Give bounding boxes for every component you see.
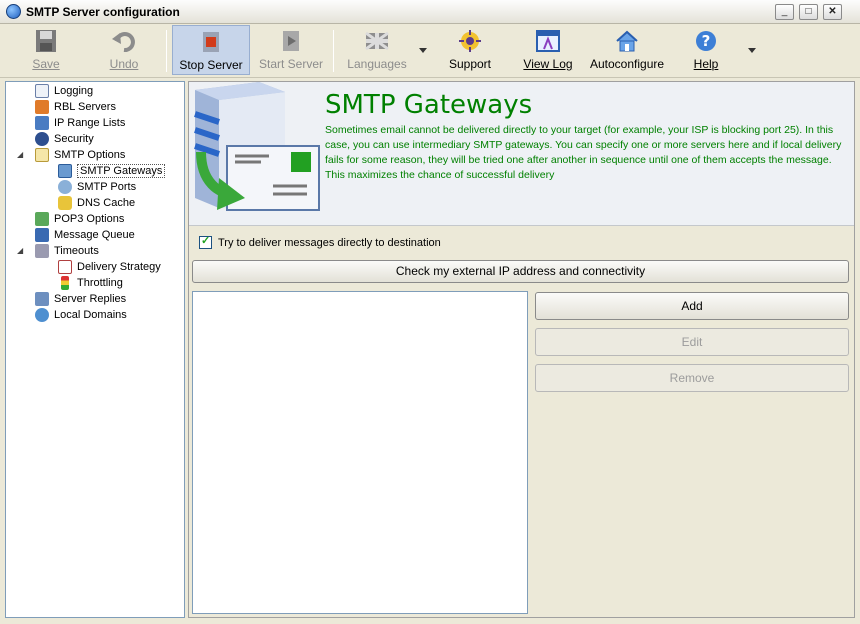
- app-icon: [6, 4, 21, 19]
- flag-icon: [365, 31, 389, 51]
- tree-item-smtp-gateways[interactable]: SMTP Gateways: [58, 163, 166, 179]
- page-description: Sometimes email cannot be delivered dire…: [325, 124, 842, 181]
- server-replies-icon: [35, 292, 49, 306]
- start-server-icon: [283, 31, 299, 51]
- toolbar-overflow-arrow[interactable]: [748, 48, 756, 53]
- save-button[interactable]: Save: [18, 25, 74, 75]
- tree-item-security[interactable]: Security: [35, 131, 94, 147]
- add-button[interactable]: Add: [535, 292, 849, 320]
- tree-item-local-domains[interactable]: Local Domains: [35, 307, 127, 323]
- timeouts-expander[interactable]: ◢: [17, 246, 23, 255]
- ports-icon: [58, 180, 72, 194]
- calendar-icon: [58, 260, 72, 274]
- main-panel: SMTP Gateways Sometimes email cannot be …: [188, 81, 855, 618]
- toolbar-separator: [166, 30, 167, 72]
- start-server-button[interactable]: Start Server: [256, 25, 326, 75]
- support-button[interactable]: Support: [440, 25, 500, 75]
- page-title: SMTP Gateways: [325, 90, 533, 120]
- settings-tree: ◢ ◢ Logging RBL Servers IP Range Lists S…: [5, 81, 185, 618]
- title-bar: SMTP Server configuration _ □ ✕: [0, 0, 860, 24]
- database-icon: [58, 196, 72, 210]
- languages-button[interactable]: Languages: [342, 25, 412, 75]
- close-button[interactable]: ✕: [823, 4, 842, 20]
- tree-item-delivery-strategy[interactable]: Delivery Strategy: [58, 259, 161, 275]
- autoconfigure-button[interactable]: Autoconfigure: [590, 25, 664, 75]
- direct-delivery-option[interactable]: Try to deliver messages directly to dest…: [199, 234, 441, 249]
- check-ip-button[interactable]: Check my external IP address and connect…: [192, 260, 849, 283]
- home-icon: [616, 30, 638, 52]
- edit-button[interactable]: Edit: [535, 328, 849, 356]
- save-icon: [36, 30, 56, 52]
- tree-item-smtp-ports[interactable]: SMTP Ports: [58, 179, 136, 195]
- tree-item-smtp-options[interactable]: SMTP Options: [35, 147, 125, 163]
- logging-icon: [35, 84, 49, 98]
- traffic-light-icon: [61, 276, 69, 290]
- network-icon: [35, 116, 49, 130]
- stop-server-button[interactable]: Stop Server: [172, 25, 250, 75]
- direct-delivery-checkbox[interactable]: [199, 234, 212, 249]
- tree-item-message-queue[interactable]: Message Queue: [35, 227, 135, 243]
- user-icon: [35, 132, 49, 146]
- log-icon: [536, 30, 560, 52]
- direct-delivery-label: Try to deliver messages directly to dest…: [218, 236, 441, 249]
- window-title: SMTP Server configuration: [26, 5, 180, 19]
- tree-item-dns-cache[interactable]: DNS Cache: [58, 195, 135, 211]
- tree-item-ip-range-lists[interactable]: IP Range Lists: [35, 115, 125, 131]
- languages-dropdown-arrow[interactable]: [419, 48, 427, 53]
- mail-icon: [35, 212, 49, 226]
- remove-button[interactable]: Remove: [535, 364, 849, 392]
- toolbar: Save Undo Stop Server Start Server Langu…: [0, 24, 860, 78]
- gateway-icon: [58, 164, 72, 178]
- tree-item-logging[interactable]: Logging: [35, 83, 93, 99]
- globe-icon: [35, 308, 49, 322]
- smtp-options-expander[interactable]: ◢: [17, 150, 23, 159]
- queue-icon: [35, 228, 49, 242]
- view-log-button[interactable]: View Log: [518, 25, 578, 75]
- help-button[interactable]: ? Help: [682, 25, 730, 75]
- tree-item-server-replies[interactable]: Server Replies: [35, 291, 126, 307]
- tree-item-rbl-servers[interactable]: RBL Servers: [35, 99, 116, 115]
- gateway-list[interactable]: [192, 291, 528, 614]
- maximize-button[interactable]: □: [799, 4, 818, 20]
- svg-text:?: ?: [702, 32, 711, 50]
- rbl-icon: [35, 100, 49, 114]
- support-icon: [459, 30, 481, 52]
- smtp-options-icon: [35, 148, 49, 162]
- undo-icon: [112, 32, 135, 53]
- smtp-gateway-illustration: [194, 82, 320, 211]
- tree-item-throttling[interactable]: Throttling: [58, 275, 123, 291]
- tree-item-timeouts[interactable]: Timeouts: [35, 243, 99, 259]
- stop-server-icon: [203, 32, 219, 52]
- tree-item-pop3-options[interactable]: POP3 Options: [35, 211, 124, 227]
- undo-button[interactable]: Undo: [94, 25, 154, 75]
- minimize-button[interactable]: _: [775, 4, 794, 20]
- page-header: SMTP Gateways Sometimes email cannot be …: [189, 82, 854, 226]
- timeouts-icon: [35, 244, 49, 258]
- help-icon: ?: [696, 31, 716, 51]
- toolbar-separator: [333, 30, 334, 72]
